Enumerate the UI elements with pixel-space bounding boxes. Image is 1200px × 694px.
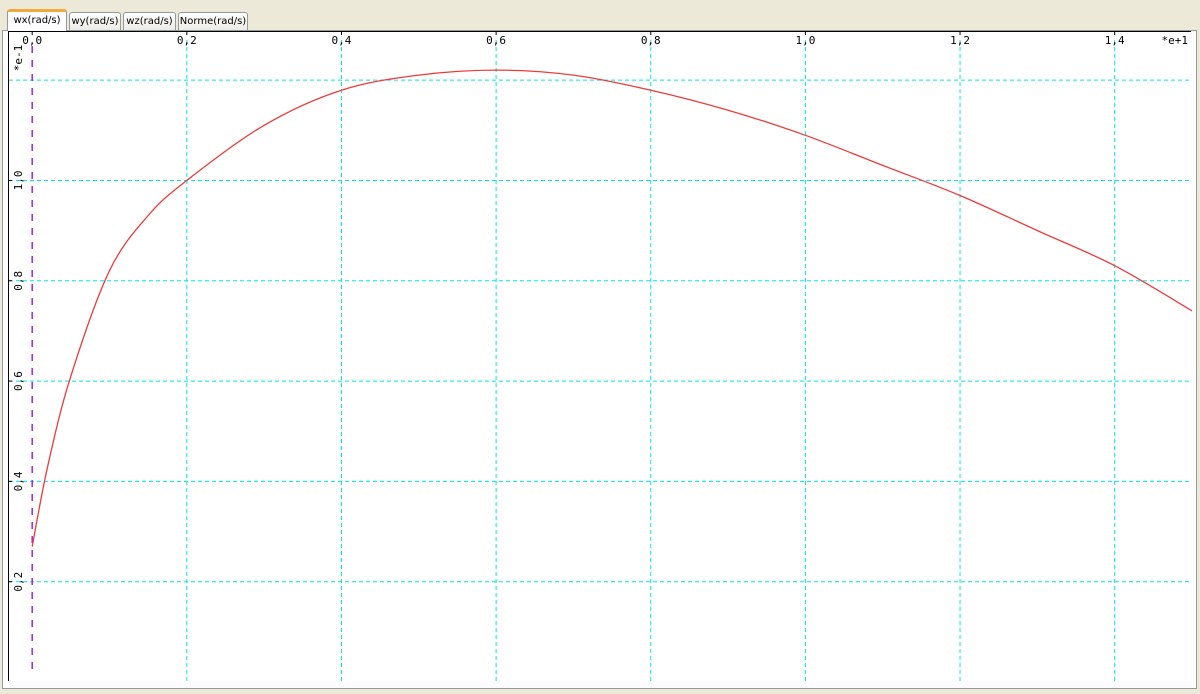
tab-wy[interactable]: wy(rad/s) <box>69 12 121 30</box>
tab-norme[interactable]: Norme(rad/s) <box>178 12 248 30</box>
series-line <box>31 69 1192 547</box>
x-tick-label: 0,8 <box>641 34 661 47</box>
x-tick-label: 0,0 <box>22 34 42 47</box>
y-multiplier-label: *e-1 <box>12 45 25 72</box>
x-tick-label: 0,6 <box>486 34 506 47</box>
tab-bar: wx(rad/s) wy(rad/s) wz(rad/s) Norme(rad/… <box>0 0 1200 32</box>
tab-wx[interactable]: wx(rad/s) <box>7 9 67 31</box>
x-tick-label: 1,0 <box>795 34 815 47</box>
y-tick-label: 0,2 <box>12 572 25 592</box>
y-tick-label: 1,0 <box>12 171 25 191</box>
y-tick-label: 0,4 <box>12 471 25 491</box>
tab-wz[interactable]: wz(rad/s) <box>123 12 176 30</box>
x-tick-label: 0,2 <box>177 34 197 47</box>
x-multiplier-label: *e+1 <box>1162 34 1189 47</box>
x-tick-label: 1,2 <box>950 34 970 47</box>
line-chart: 0,0 0,2 0,4 0,6 0,8 1,0 1,2 1,4 0,2 0,4 0,6 0,8 1,0 *… <box>9 32 1192 682</box>
x-tick-label: 1,4 <box>1105 34 1125 47</box>
chart-area[interactable]: 0,0 0,2 0,4 0,6 0,8 1,0 1,2 1,4 0,2 0,4 0,6 0,8 1,0 *… <box>8 31 1192 682</box>
y-tick-label: 0,6 <box>12 371 25 391</box>
x-tick-label: 0,4 <box>332 34 352 47</box>
y-tick-label: 0,8 <box>12 271 25 291</box>
